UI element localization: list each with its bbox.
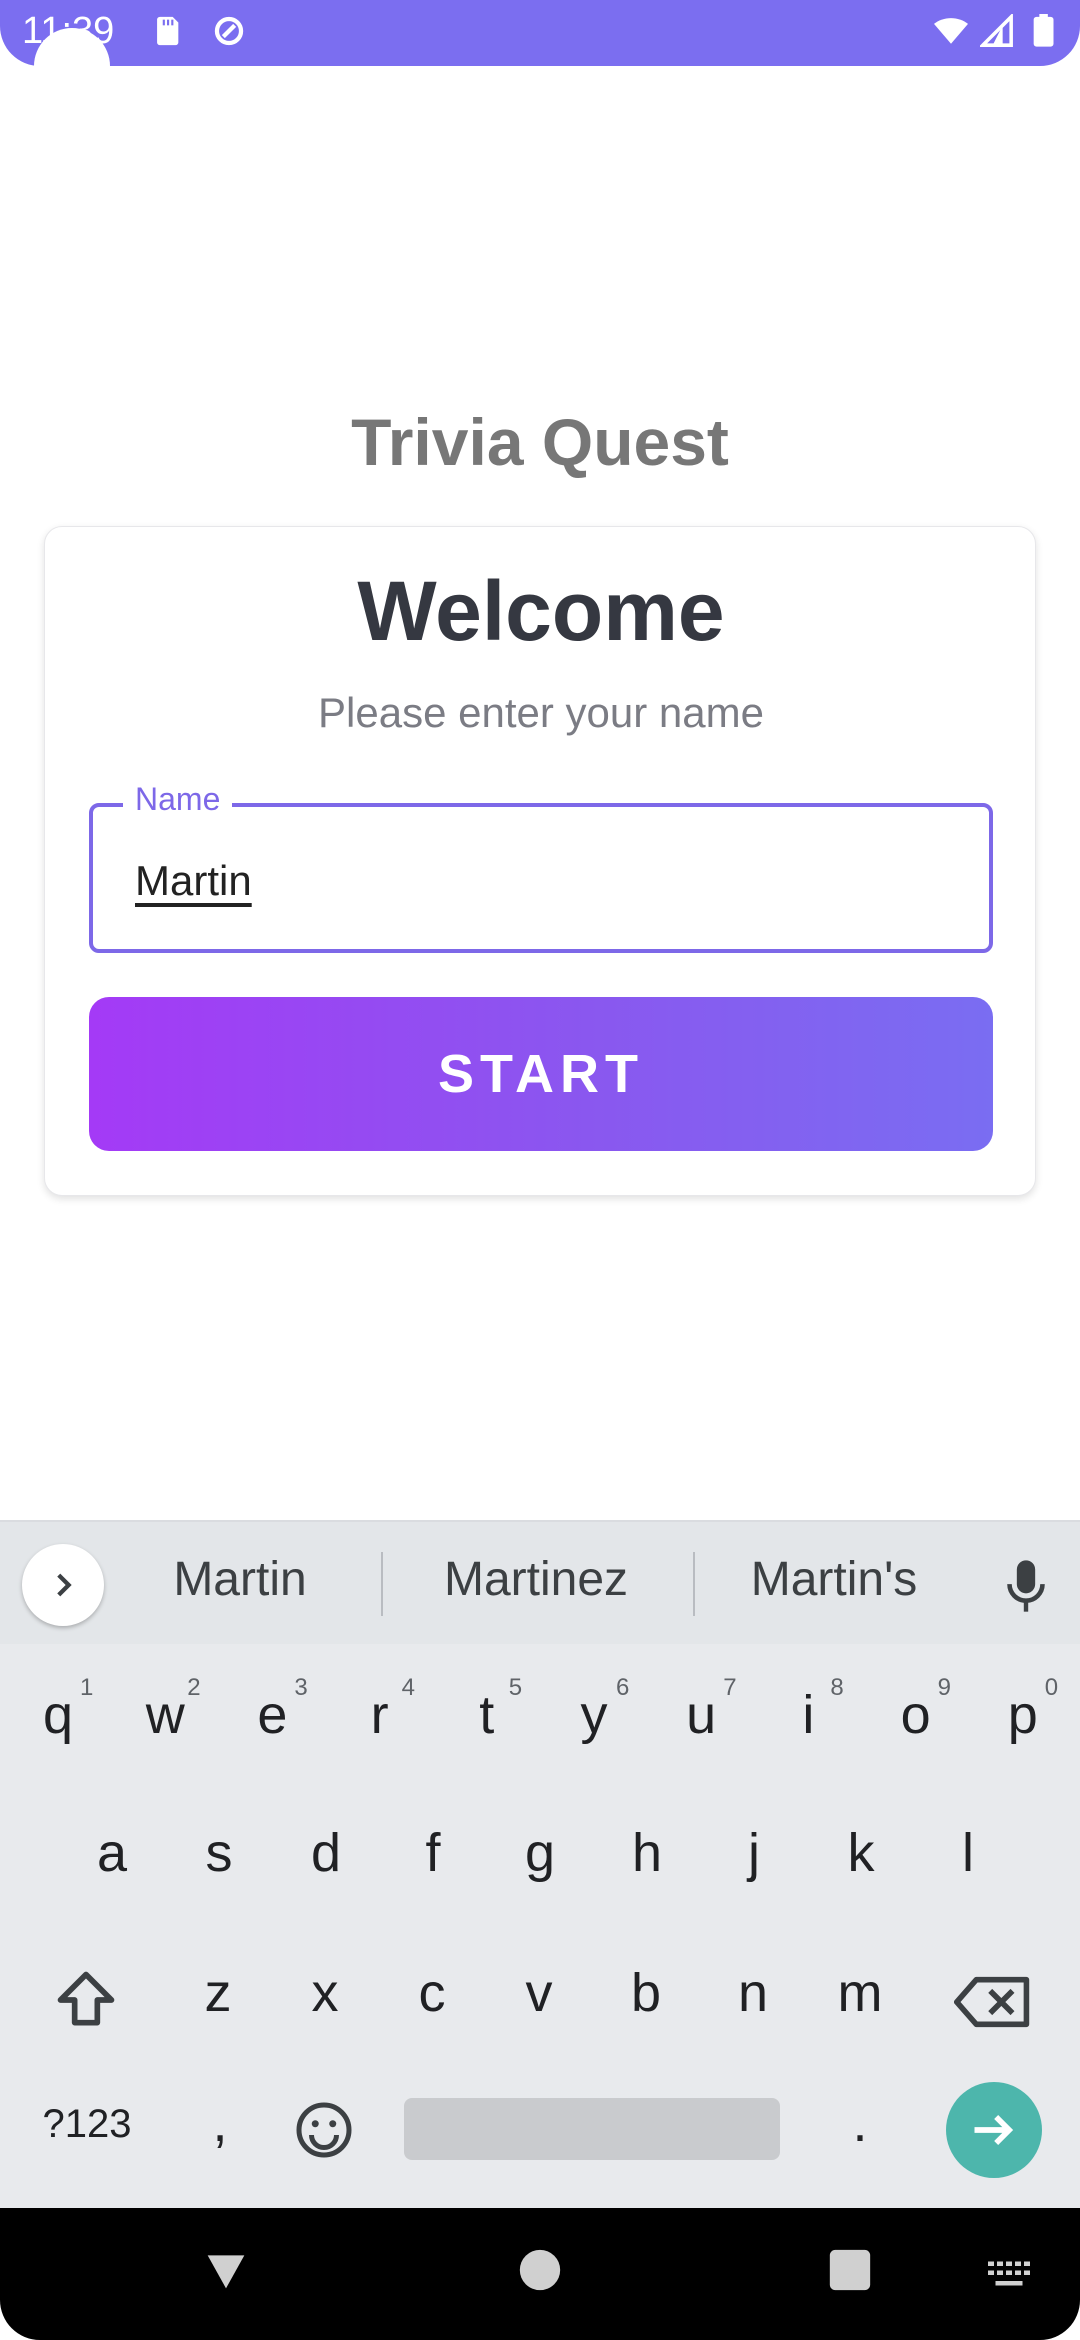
- suggestion-bar: Martin Martinez Martin's: [0, 1522, 1080, 1644]
- recents-icon[interactable]: [828, 2248, 872, 2292]
- back-icon[interactable]: [204, 2248, 248, 2292]
- key-f[interactable]: f: [393, 1822, 473, 1884]
- key-x[interactable]: x: [285, 1962, 365, 2024]
- battery-icon: [1033, 14, 1054, 47]
- enter-key[interactable]: [946, 2082, 1042, 2178]
- welcome-heading: Welcome: [357, 564, 725, 658]
- period-key[interactable]: .: [820, 2092, 900, 2154]
- wifi-icon: [934, 18, 968, 44]
- app-title: Trivia Quest: [351, 405, 729, 479]
- key-hint-3: 3: [294, 1674, 308, 1701]
- key-hint-8: 8: [830, 1674, 844, 1701]
- key-a[interactable]: a: [72, 1822, 152, 1884]
- key-g[interactable]: g: [500, 1822, 580, 1884]
- name-field-value[interactable]: Martin: [135, 857, 252, 905]
- status-bar: 11:39: [0, 0, 1080, 66]
- key-hint-6: 6: [616, 1674, 630, 1701]
- camera-cutout: [34, 28, 110, 104]
- key-s[interactable]: s: [179, 1822, 259, 1884]
- key-l[interactable]: l: [928, 1822, 1008, 1884]
- key-hint-4: 4: [401, 1674, 415, 1701]
- data-saver-icon: [214, 16, 244, 46]
- key-k[interactable]: k: [821, 1822, 901, 1884]
- sd-card-icon: [157, 16, 179, 46]
- key-hint-0: 0: [1044, 1674, 1059, 1701]
- key-d[interactable]: d: [286, 1822, 366, 1884]
- name-field[interactable]: Name Martin: [89, 781, 993, 953]
- space-key[interactable]: [404, 2098, 780, 2160]
- suggestion-divider: [381, 1552, 383, 1616]
- suggestion-divider: [693, 1552, 695, 1616]
- key-hint-9: 9: [937, 1674, 951, 1701]
- key-n[interactable]: n: [713, 1962, 793, 2024]
- signal-icon: [980, 14, 1013, 47]
- keyboard-switch-icon[interactable]: [986, 2260, 1032, 2290]
- key-h[interactable]: h: [607, 1822, 687, 1884]
- keyboard: Martin Martinez Martin's q1w2e3r4t5y6u7i…: [0, 1520, 1080, 2208]
- key-hint-1: 1: [80, 1674, 94, 1701]
- navigation-bar: [0, 2208, 1080, 2340]
- key-j[interactable]: j: [714, 1822, 794, 1884]
- symbols-key[interactable]: ?123: [40, 2102, 134, 2147]
- chevron-right-icon[interactable]: [22, 1544, 104, 1626]
- backspace-icon[interactable]: [954, 1974, 1032, 2030]
- emoji-icon[interactable]: [294, 2100, 354, 2160]
- key-b[interactable]: b: [606, 1962, 686, 2024]
- welcome-subtitle: Please enter your name: [318, 689, 764, 736]
- microphone-icon[interactable]: [1004, 1558, 1048, 1614]
- suggestion-2[interactable]: Martinez: [430, 1552, 642, 1607]
- key-c[interactable]: c: [392, 1962, 472, 2024]
- arrow-right-icon: [974, 2115, 1014, 2145]
- key-z[interactable]: z: [178, 1962, 258, 2024]
- key-hint-7: 7: [723, 1674, 737, 1701]
- name-field-label: Name: [123, 781, 233, 818]
- key-hint-2: 2: [187, 1674, 201, 1701]
- welcome-card: Welcome Please enter your name Name Mart…: [44, 526, 1036, 1196]
- key-m[interactable]: m: [820, 1962, 900, 2024]
- suggestion-3[interactable]: Martin's: [740, 1552, 928, 1607]
- key-hint-5: 5: [508, 1674, 523, 1701]
- key-v[interactable]: v: [499, 1962, 579, 2024]
- shift-icon[interactable]: [50, 1966, 122, 2034]
- home-icon[interactable]: [518, 2248, 562, 2292]
- comma-key[interactable]: ,: [180, 2092, 260, 2154]
- suggestion-1[interactable]: Martin: [160, 1552, 320, 1607]
- start-button[interactable]: START: [89, 997, 993, 1151]
